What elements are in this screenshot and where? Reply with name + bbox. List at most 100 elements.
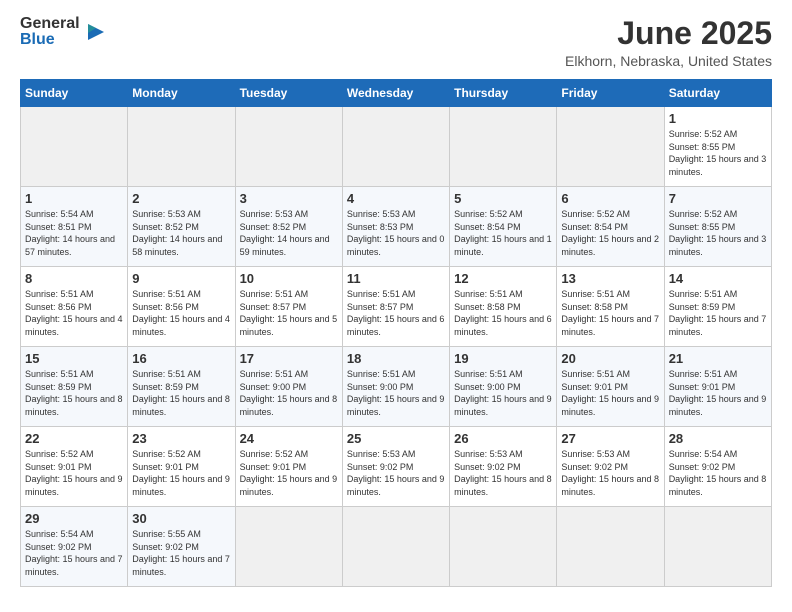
calendar-cell: 12 Sunrise: 5:51 AM Sunset: 8:58 PM Dayli… xyxy=(450,267,557,347)
cell-info: Sunrise: 5:51 AM Sunset: 9:00 PM Dayligh… xyxy=(347,368,445,418)
calendar-cell xyxy=(128,107,235,187)
calendar-title: June 2025 xyxy=(565,16,772,51)
day-number: 29 xyxy=(25,511,123,526)
calendar-table: SundayMondayTuesdayWednesdayThursdayFrid… xyxy=(20,79,772,587)
col-header-friday: Friday xyxy=(557,80,664,107)
calendar-cell xyxy=(342,507,449,587)
day-number: 19 xyxy=(454,351,552,366)
day-number: 23 xyxy=(132,431,230,446)
day-number: 13 xyxy=(561,271,659,286)
header: General Blue June 2025 Elkhorn, Nebraska… xyxy=(20,16,772,69)
day-number: 12 xyxy=(454,271,552,286)
calendar-cell: 16 Sunrise: 5:51 AM Sunset: 8:59 PM Dayli… xyxy=(128,347,235,427)
day-number: 1 xyxy=(25,191,123,206)
calendar-cell: 25 Sunrise: 5:53 AM Sunset: 9:02 PM Dayli… xyxy=(342,427,449,507)
day-number: 5 xyxy=(454,191,552,206)
calendar-cell: 27Sunrise: 5:53 AM Sunset: 9:02 PM Dayli… xyxy=(557,427,664,507)
cell-info: Sunrise: 5:52 AM Sunset: 8:54 PM Dayligh… xyxy=(561,208,659,258)
cell-info: Sunrise: 5:52 AM Sunset: 9:01 PM Dayligh… xyxy=(132,448,230,498)
cell-info: Sunrise: 5:51 AM Sunset: 8:59 PM Dayligh… xyxy=(132,368,230,418)
day-number: 11 xyxy=(347,271,445,286)
header-row: SundayMondayTuesdayWednesdayThursdayFrid… xyxy=(21,80,772,107)
day-number: 10 xyxy=(240,271,338,286)
cell-info: Sunrise: 5:51 AM Sunset: 9:00 PM Dayligh… xyxy=(454,368,552,418)
day-number: 2 xyxy=(132,191,230,206)
cell-info: Sunrise: 5:54 AM Sunset: 9:02 PM Dayligh… xyxy=(669,448,767,498)
calendar-cell: 10 Sunrise: 5:51 AM Sunset: 8:57 PM Dayli… xyxy=(235,267,342,347)
calendar-cell: 13 Sunrise: 5:51 AM Sunset: 8:58 PM Dayli… xyxy=(557,267,664,347)
day-number: 21 xyxy=(669,351,767,366)
calendar-cell xyxy=(235,507,342,587)
calendar-cell: 2 Sunrise: 5:53 AM Sunset: 8:52 PM Daylig… xyxy=(128,187,235,267)
calendar-cell: 7 Sunrise: 5:52 AM Sunset: 8:55 PM Daylig… xyxy=(664,187,771,267)
cell-info: Sunrise: 5:53 AM Sunset: 9:02 PM Dayligh… xyxy=(454,448,552,498)
day-number: 25 xyxy=(347,431,445,446)
calendar-cell xyxy=(557,507,664,587)
cell-info: Sunrise: 5:51 AM Sunset: 8:56 PM Dayligh… xyxy=(25,288,123,338)
day-number: 6 xyxy=(561,191,659,206)
week-row-1: 1Sunrise: 5:52 AM Sunset: 8:55 PM Daylig… xyxy=(21,107,772,187)
cell-info: Sunrise: 5:52 AM Sunset: 8:54 PM Dayligh… xyxy=(454,208,552,258)
col-header-monday: Monday xyxy=(128,80,235,107)
calendar-cell: 26 Sunrise: 5:53 AM Sunset: 9:02 PM Dayli… xyxy=(450,427,557,507)
day-number: 20 xyxy=(561,351,659,366)
calendar-cell: 24Sunrise: 5:52 AM Sunset: 9:01 PM Dayli… xyxy=(235,427,342,507)
week-row-2: 1Sunrise: 5:54 AM Sunset: 8:51 PM Daylig… xyxy=(21,187,772,267)
cell-info: Sunrise: 5:51 AM Sunset: 9:01 PM Dayligh… xyxy=(561,368,659,418)
calendar-cell: 9Sunrise: 5:51 AM Sunset: 8:56 PM Daylig… xyxy=(128,267,235,347)
logo-general-text: General xyxy=(20,16,80,32)
logo: General Blue xyxy=(20,16,106,48)
col-header-sunday: Sunday xyxy=(21,80,128,107)
cell-info: Sunrise: 5:52 AM Sunset: 9:01 PM Dayligh… xyxy=(240,448,338,498)
calendar-cell: 23 Sunrise: 5:52 AM Sunset: 9:01 PM Dayli… xyxy=(128,427,235,507)
day-number: 15 xyxy=(25,351,123,366)
day-number: 28 xyxy=(669,431,767,446)
day-number: 26 xyxy=(454,431,552,446)
logo-blue-text: Blue xyxy=(20,32,55,48)
day-number: 22 xyxy=(25,431,123,446)
calendar-cell xyxy=(21,107,128,187)
calendar-cell: 28 Sunrise: 5:54 AM Sunset: 9:02 PM Dayli… xyxy=(664,427,771,507)
cell-info: Sunrise: 5:53 AM Sunset: 9:02 PM Dayligh… xyxy=(347,448,445,498)
day-number: 16 xyxy=(132,351,230,366)
day-number: 7 xyxy=(669,191,767,206)
calendar-cell xyxy=(557,107,664,187)
calendar-cell: 1Sunrise: 5:52 AM Sunset: 8:55 PM Daylig… xyxy=(664,107,771,187)
calendar-cell: 3 Sunrise: 5:53 AM Sunset: 8:52 PM Daylig… xyxy=(235,187,342,267)
cell-info: Sunrise: 5:51 AM Sunset: 8:57 PM Dayligh… xyxy=(240,288,338,338)
calendar-cell: 19 Sunrise: 5:51 AM Sunset: 9:00 PM Dayli… xyxy=(450,347,557,427)
day-number: 18 xyxy=(347,351,445,366)
col-header-tuesday: Tuesday xyxy=(235,80,342,107)
cell-info: Sunrise: 5:54 AM Sunset: 9:02 PM Dayligh… xyxy=(25,528,123,578)
day-number: 3 xyxy=(240,191,338,206)
day-number: 14 xyxy=(669,271,767,286)
cell-info: Sunrise: 5:51 AM Sunset: 8:58 PM Dayligh… xyxy=(561,288,659,338)
calendar-cell: 4Sunrise: 5:53 AM Sunset: 8:53 PM Daylig… xyxy=(342,187,449,267)
cell-info: Sunrise: 5:53 AM Sunset: 9:02 PM Dayligh… xyxy=(561,448,659,498)
day-number: 9 xyxy=(132,271,230,286)
day-number: 1 xyxy=(669,111,767,126)
calendar-cell: 29 Sunrise: 5:54 AM Sunset: 9:02 PM Dayli… xyxy=(21,507,128,587)
calendar-cell xyxy=(450,107,557,187)
col-header-thursday: Thursday xyxy=(450,80,557,107)
logo-icon xyxy=(84,22,106,44)
cell-info: Sunrise: 5:53 AM Sunset: 8:52 PM Dayligh… xyxy=(240,208,338,258)
calendar-cell: 1Sunrise: 5:54 AM Sunset: 8:51 PM Daylig… xyxy=(21,187,128,267)
cell-info: Sunrise: 5:53 AM Sunset: 8:52 PM Dayligh… xyxy=(132,208,230,258)
week-row-3: 8Sunrise: 5:51 AM Sunset: 8:56 PM Daylig… xyxy=(21,267,772,347)
calendar-cell: 30Sunrise: 5:55 AM Sunset: 9:02 PM Dayli… xyxy=(128,507,235,587)
cell-info: Sunrise: 5:53 AM Sunset: 8:53 PM Dayligh… xyxy=(347,208,445,258)
calendar-cell: 6 Sunrise: 5:52 AM Sunset: 8:54 PM Daylig… xyxy=(557,187,664,267)
cell-info: Sunrise: 5:52 AM Sunset: 8:55 PM Dayligh… xyxy=(669,208,767,258)
calendar-page: General Blue June 2025 Elkhorn, Nebraska… xyxy=(0,0,792,612)
calendar-subtitle: Elkhorn, Nebraska, United States xyxy=(565,53,772,69)
week-row-6: 29 Sunrise: 5:54 AM Sunset: 9:02 PM Dayli… xyxy=(21,507,772,587)
calendar-cell: 18 Sunrise: 5:51 AM Sunset: 9:00 PM Dayli… xyxy=(342,347,449,427)
cell-info: Sunrise: 5:51 AM Sunset: 8:58 PM Dayligh… xyxy=(454,288,552,338)
col-header-wednesday: Wednesday xyxy=(342,80,449,107)
col-header-saturday: Saturday xyxy=(664,80,771,107)
calendar-cell: 15Sunrise: 5:51 AM Sunset: 8:59 PM Dayli… xyxy=(21,347,128,427)
calendar-cell xyxy=(235,107,342,187)
cell-info: Sunrise: 5:52 AM Sunset: 9:01 PM Dayligh… xyxy=(25,448,123,498)
cell-info: Sunrise: 5:51 AM Sunset: 8:59 PM Dayligh… xyxy=(669,288,767,338)
